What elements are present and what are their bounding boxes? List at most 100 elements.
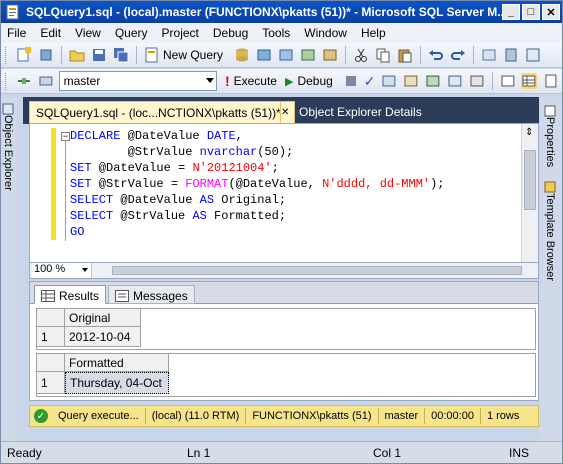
analysis-query-icon[interactable] [256,47,272,63]
code-line[interactable]: DECLARE @DateValue DATE, [70,128,445,144]
display-plan-icon[interactable] [381,73,397,89]
stop-icon[interactable] [345,76,356,86]
menu-tools[interactable]: Tools [262,26,290,40]
change-connection-icon[interactable] [38,73,54,89]
standard-toolbar: New Query [1,43,562,68]
menu-project[interactable]: Project [162,26,199,40]
row-count: 1 rows [486,410,520,422]
code-line[interactable]: SET @DateValue = N'20121004'; [70,160,445,176]
close-button[interactable]: ✕ [542,4,560,20]
menu-bar: File Edit View Query Project Debug Tools… [1,23,562,43]
available-databases-select[interactable]: master [58,71,217,91]
tab-sqlquery1[interactable]: SQLQuery1.sql - (loc...NCTIONX\pkatts (5… [29,101,281,123]
editor-horizontal-scrollbar[interactable]: 100 % [29,263,539,279]
new-query-button[interactable]: New Query [141,47,223,63]
object-explorer-tab[interactable]: Object Explorer [2,103,14,191]
tab-messages[interactable]: Messages [108,285,195,304]
results-grid-formatted[interactable]: Formatted 1 Thursday, 04-Oct [36,353,536,397]
sql-code[interactable]: DECLARE @DateValue DATE, @StrValue nvarc… [70,128,445,240]
menu-file[interactable]: File [7,26,26,40]
add-item-icon[interactable] [38,47,54,63]
status-line: Ln 1 [187,446,211,460]
toolbar-separator [345,46,347,64]
save-all-icon[interactable] [113,47,129,63]
menu-query[interactable]: Query [115,26,148,40]
template-browser-icon [544,181,556,193]
copy-icon[interactable] [375,47,391,63]
client-statistics-icon[interactable] [469,73,485,89]
template-browser-tab[interactable]: Template Browser [544,181,556,281]
split-icon[interactable]: ⇕ [525,127,533,138]
column-header-formatted[interactable]: Formatted [65,354,169,372]
cell-formatted-value[interactable]: Thursday, 04-Oct [65,372,169,394]
code-line[interactable]: GO [70,224,445,240]
scroll-thumb[interactable] [112,266,522,275]
dmx-query-icon[interactable] [278,47,294,63]
open-folder-icon[interactable] [69,47,85,63]
properties-tab[interactable]: Properties [544,105,556,167]
tab-results[interactable]: Results [34,285,107,304]
code-line[interactable]: SELECT @DateValue AS Original; [70,192,445,208]
code-token: , [235,129,243,143]
minimize-button[interactable]: _ [502,4,520,20]
compact-edition-query-icon[interactable] [322,47,338,63]
database-engine-query-icon[interactable] [234,47,250,63]
code-token: @StrValue [70,145,200,159]
code-token: SELECT [70,209,114,223]
scroll-thumb[interactable] [524,150,536,210]
object-explorer-icon [2,103,14,115]
menu-debug[interactable]: Debug [213,26,248,40]
new-project-icon[interactable] [16,47,32,63]
object-explorer-icon[interactable] [525,47,541,63]
menu-edit[interactable]: Edit [40,26,61,40]
cell-original-value[interactable]: 2012-10-04 [65,327,141,347]
navigate-backward-icon[interactable] [481,47,497,63]
registered-servers-icon[interactable] [503,47,519,63]
redo-icon[interactable] [450,47,466,63]
paste-icon[interactable] [397,47,413,63]
maximize-button[interactable]: □ [522,4,540,20]
code-token: @StrValue = [91,177,186,191]
debug-button[interactable]: ▶ Debug [285,74,333,88]
code-line[interactable]: SET @StrValue = FORMAT(@DateValue, N'ddd… [70,176,445,192]
tab-close-icon[interactable]: ✕ [281,101,295,123]
parse-checkmark-icon[interactable]: ✓ [364,73,376,90]
code-token: @DateValue [113,193,200,207]
tab-object-explorer-details[interactable]: Object Explorer Details [295,101,428,123]
results-tab-strip: Results Messages [30,282,538,304]
toolbar-grip[interactable] [5,72,8,90]
menu-help[interactable]: Help [361,26,386,40]
query-editor[interactable]: − DECLARE @DateValue DATE, @StrValue nva… [29,123,539,263]
row-number[interactable]: 1 [37,327,65,347]
menu-window[interactable]: Window [304,26,347,40]
execute-button[interactable]: ! Execute [225,73,277,89]
title-bar[interactable]: SQLQuery1.sql - (local).master (FUNCTION… [1,1,562,23]
results-to-file-icon[interactable] [543,73,559,89]
row-number[interactable]: 1 [37,372,65,394]
code-line[interactable]: @StrValue nvarchar(50); [70,144,445,160]
new-query-icon [145,47,158,63]
intellisense-icon[interactable] [425,73,441,89]
undo-icon[interactable] [428,47,444,63]
connect-icon[interactable] [16,73,32,89]
query-options-icon[interactable] [403,73,419,89]
menu-view[interactable]: View [75,26,101,40]
column-header-original[interactable]: Original [65,309,141,327]
code-line[interactable]: SELECT @StrValue AS Formatted; [70,208,445,224]
results-to-grid-icon[interactable] [521,73,538,89]
results-grid-original[interactable]: Original 1 2012-10-04 [36,308,536,350]
ssms-window: SQLQuery1.sql - (local).master (FUNCTION… [0,0,563,464]
save-icon[interactable] [91,47,107,63]
zoom-select[interactable]: 100 % [32,263,92,278]
collapse-icon[interactable]: − [61,132,70,141]
xmla-query-icon[interactable] [300,47,316,63]
include-actual-plan-icon[interactable] [447,73,463,89]
editor-vertical-scrollbar[interactable]: ⇕ [521,124,538,262]
debug-label: Debug [297,74,333,88]
toolbar-grip[interactable] [5,46,8,64]
toolbar-separator [136,46,137,64]
code-token: Original; [214,193,287,207]
cut-icon[interactable] [353,47,369,63]
results-to-text-icon[interactable] [500,73,516,89]
execute-icon: ! [224,73,230,89]
